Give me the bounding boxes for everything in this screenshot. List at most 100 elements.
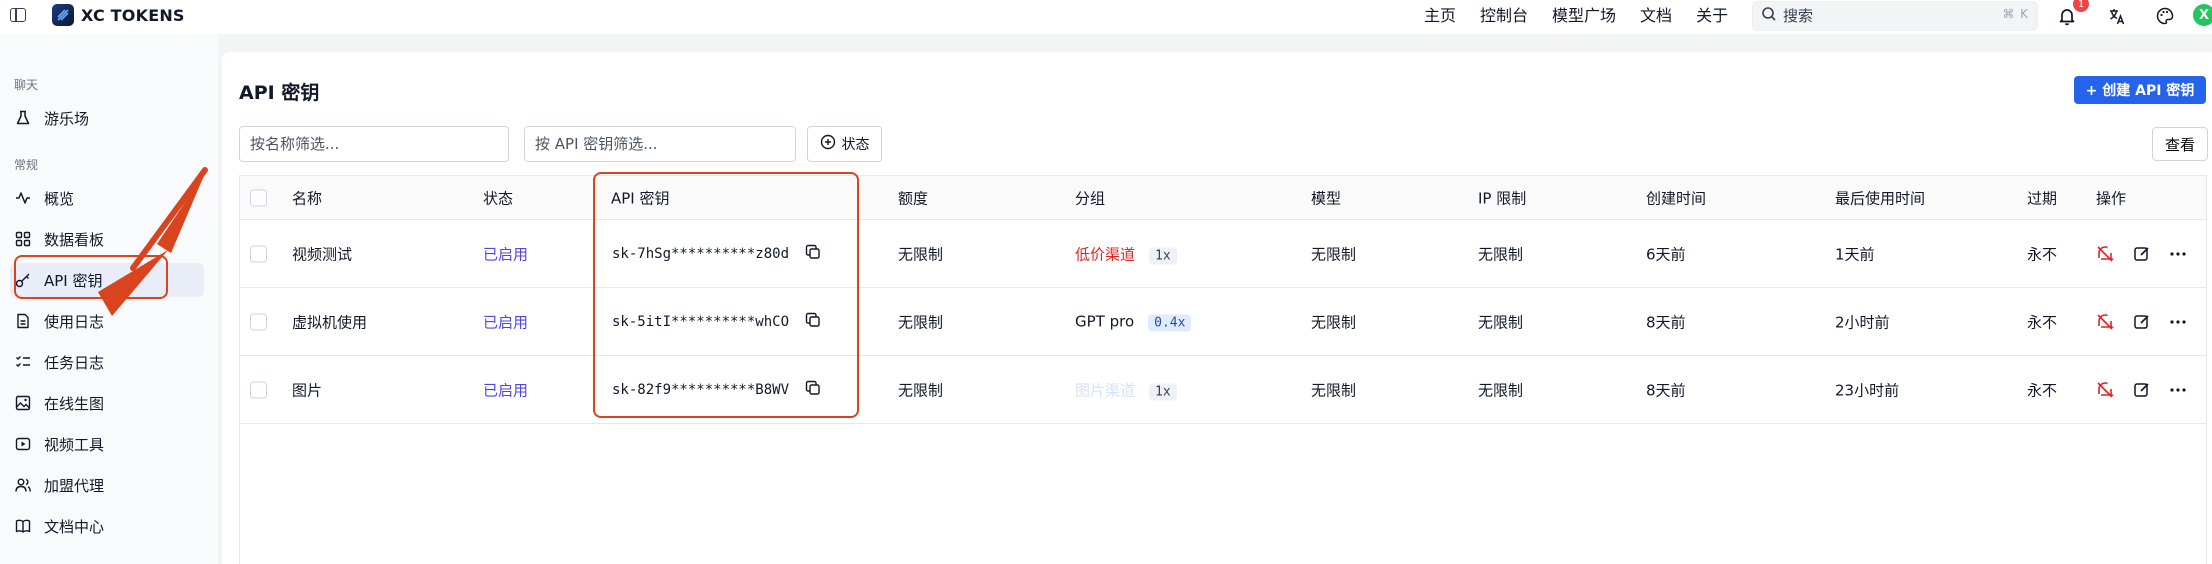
table-row: 视频测试 已启用 sk-7hSg**********z80d 无限制 低价渠道 1… [240, 220, 2206, 288]
sidebar-item-dashboard[interactable]: 数据看板 [10, 222, 204, 256]
ip-limit-value: 无限制 [1478, 313, 1524, 331]
sidebar-item-api-keys[interactable]: API 密钥 [10, 263, 204, 297]
edit-icon[interactable] [2133, 313, 2151, 331]
file-text-icon [14, 312, 32, 330]
api-key-value: sk-5itI**********whCO [612, 313, 790, 330]
quota-value: 无限制 [898, 381, 944, 399]
created-value: 8天前 [1646, 381, 1686, 399]
video-icon [14, 435, 32, 453]
nav-console[interactable]: 控制台 [1480, 5, 1528, 27]
more-icon[interactable] [2169, 313, 2187, 331]
status-badge: 已启用 [483, 381, 529, 399]
key-name: 虚拟机使用 [292, 313, 368, 331]
app-logo[interactable] [52, 4, 74, 26]
status-badge: 已启用 [483, 245, 529, 263]
header-created: 创建时间 [1646, 189, 1707, 207]
more-icon[interactable] [2169, 381, 2187, 399]
api-key-value: sk-7hSg**********z80d [612, 245, 790, 262]
quota-value: 无限制 [898, 313, 944, 331]
sidebar-toggle-icon[interactable] [10, 8, 26, 22]
key-icon [14, 271, 32, 289]
palette-icon[interactable] [2154, 5, 2176, 27]
flask-icon [14, 109, 32, 127]
ratio-tag: 1x [1149, 247, 1177, 264]
sidebar-item-label: 概览 [44, 189, 75, 208]
create-api-key-button[interactable]: + 创建 API 密钥 [2074, 76, 2206, 104]
copy-icon[interactable] [805, 380, 821, 400]
search-box[interactable]: ⌘ K [1752, 1, 2038, 31]
row-checkbox[interactable] [250, 381, 267, 398]
last-used-value: 2小时前 [1835, 313, 1890, 331]
group-name: 图片渠道 [1075, 381, 1136, 399]
status-filter-button[interactable]: 状态 [807, 126, 882, 162]
sidebar-item-label: 加盟代理 [44, 476, 105, 495]
translate-icon[interactable] [2106, 5, 2128, 27]
list-checks-icon [14, 353, 32, 371]
row-checkbox[interactable] [250, 245, 267, 262]
model-value: 无限制 [1311, 245, 1357, 263]
nav-about[interactable]: 关于 [1696, 5, 1728, 27]
image-icon [14, 394, 32, 412]
edit-icon[interactable] [2133, 245, 2151, 263]
last-used-value: 1天前 [1835, 245, 1875, 263]
page-title: API 密钥 [239, 82, 320, 104]
disable-icon[interactable] [2096, 313, 2114, 331]
edit-icon[interactable] [2133, 381, 2151, 399]
sidebar-item-usage-logs[interactable]: 使用日志 [10, 304, 204, 338]
book-icon [14, 517, 32, 535]
top-bar: XC TOKENS 主页 控制台 模型广场 文档 关于 ⌘ K 1 X [0, 0, 2212, 34]
disable-icon[interactable] [2096, 381, 2114, 399]
nav-docs[interactable]: 文档 [1640, 5, 1672, 27]
select-all-checkbox[interactable] [250, 189, 267, 206]
sidebar-item-label: 使用日志 [44, 312, 105, 331]
key-name: 图片 [292, 381, 323, 399]
sidebar-item-playground[interactable]: 游乐场 [10, 101, 204, 135]
search-input[interactable] [1783, 7, 1983, 25]
sidebar-item-task-logs[interactable]: 任务日志 [10, 345, 204, 379]
sidebar-item-doc-center[interactable]: 文档中心 [10, 509, 204, 543]
nav-model-square[interactable]: 模型广场 [1552, 5, 1616, 27]
ratio-tag: 0.4x [1148, 314, 1192, 331]
last-used-value: 23小时前 [1835, 381, 1900, 399]
top-nav: 主页 控制台 模型广场 文档 关于 [1424, 5, 1752, 27]
copy-icon[interactable] [805, 244, 821, 264]
group-cell: GPT pro 0.4x [1075, 312, 1192, 331]
model-value: 无限制 [1311, 313, 1357, 331]
quota-value: 无限制 [898, 245, 944, 263]
ip-limit-value: 无限制 [1478, 245, 1524, 263]
sidebar-section-chat: 聊天 [14, 78, 39, 92]
header-quota: 额度 [898, 189, 929, 207]
more-icon[interactable] [2169, 245, 2187, 263]
sidebar-item-agents[interactable]: 加盟代理 [10, 468, 204, 502]
ratio-tag: 1x [1149, 383, 1177, 400]
avatar[interactable]: X [2193, 4, 2212, 26]
copy-icon[interactable] [805, 312, 821, 332]
sidebar-item-label: 数据看板 [44, 230, 105, 249]
row-checkbox[interactable] [250, 313, 267, 330]
filter-name-input[interactable] [239, 126, 509, 162]
header-name: 名称 [292, 189, 323, 207]
sidebar-item-video-tools[interactable]: 视频工具 [10, 427, 204, 461]
group-cell: 图片渠道 1x [1075, 379, 1177, 400]
header-api-key: API 密钥 [611, 189, 670, 207]
group-cell: 低价渠道 1x [1075, 243, 1177, 264]
sidebar-item-image-gen[interactable]: 在线生图 [10, 386, 204, 420]
table-row: 虚拟机使用 已启用 sk-5itI**********whCO 无限制 GPT … [240, 288, 2206, 356]
table-row: 图片 已启用 sk-82f9**********B8WV 无限制 图片渠道 1x … [240, 356, 2206, 424]
header-actions: 操作 [2096, 189, 2127, 207]
sidebar-item-label: API 密钥 [44, 271, 103, 290]
plus-circle-icon [820, 134, 836, 154]
app-title[interactable]: XC TOKENS [81, 6, 185, 25]
sidebar-item-label: 文档中心 [44, 517, 105, 536]
users-icon [14, 476, 32, 494]
view-button[interactable]: 查看 [2152, 127, 2208, 161]
sidebar-section-general: 常规 [14, 158, 39, 172]
sidebar-item-overview[interactable]: 概览 [10, 181, 204, 215]
model-value: 无限制 [1311, 381, 1357, 399]
header-group: 分组 [1075, 189, 1106, 207]
disable-icon[interactable] [2096, 245, 2114, 263]
expires-value: 永不 [2027, 313, 2058, 331]
header-last-used: 最后使用时间 [1835, 189, 1926, 207]
nav-home[interactable]: 主页 [1424, 5, 1456, 27]
filter-key-input[interactable] [524, 126, 796, 162]
